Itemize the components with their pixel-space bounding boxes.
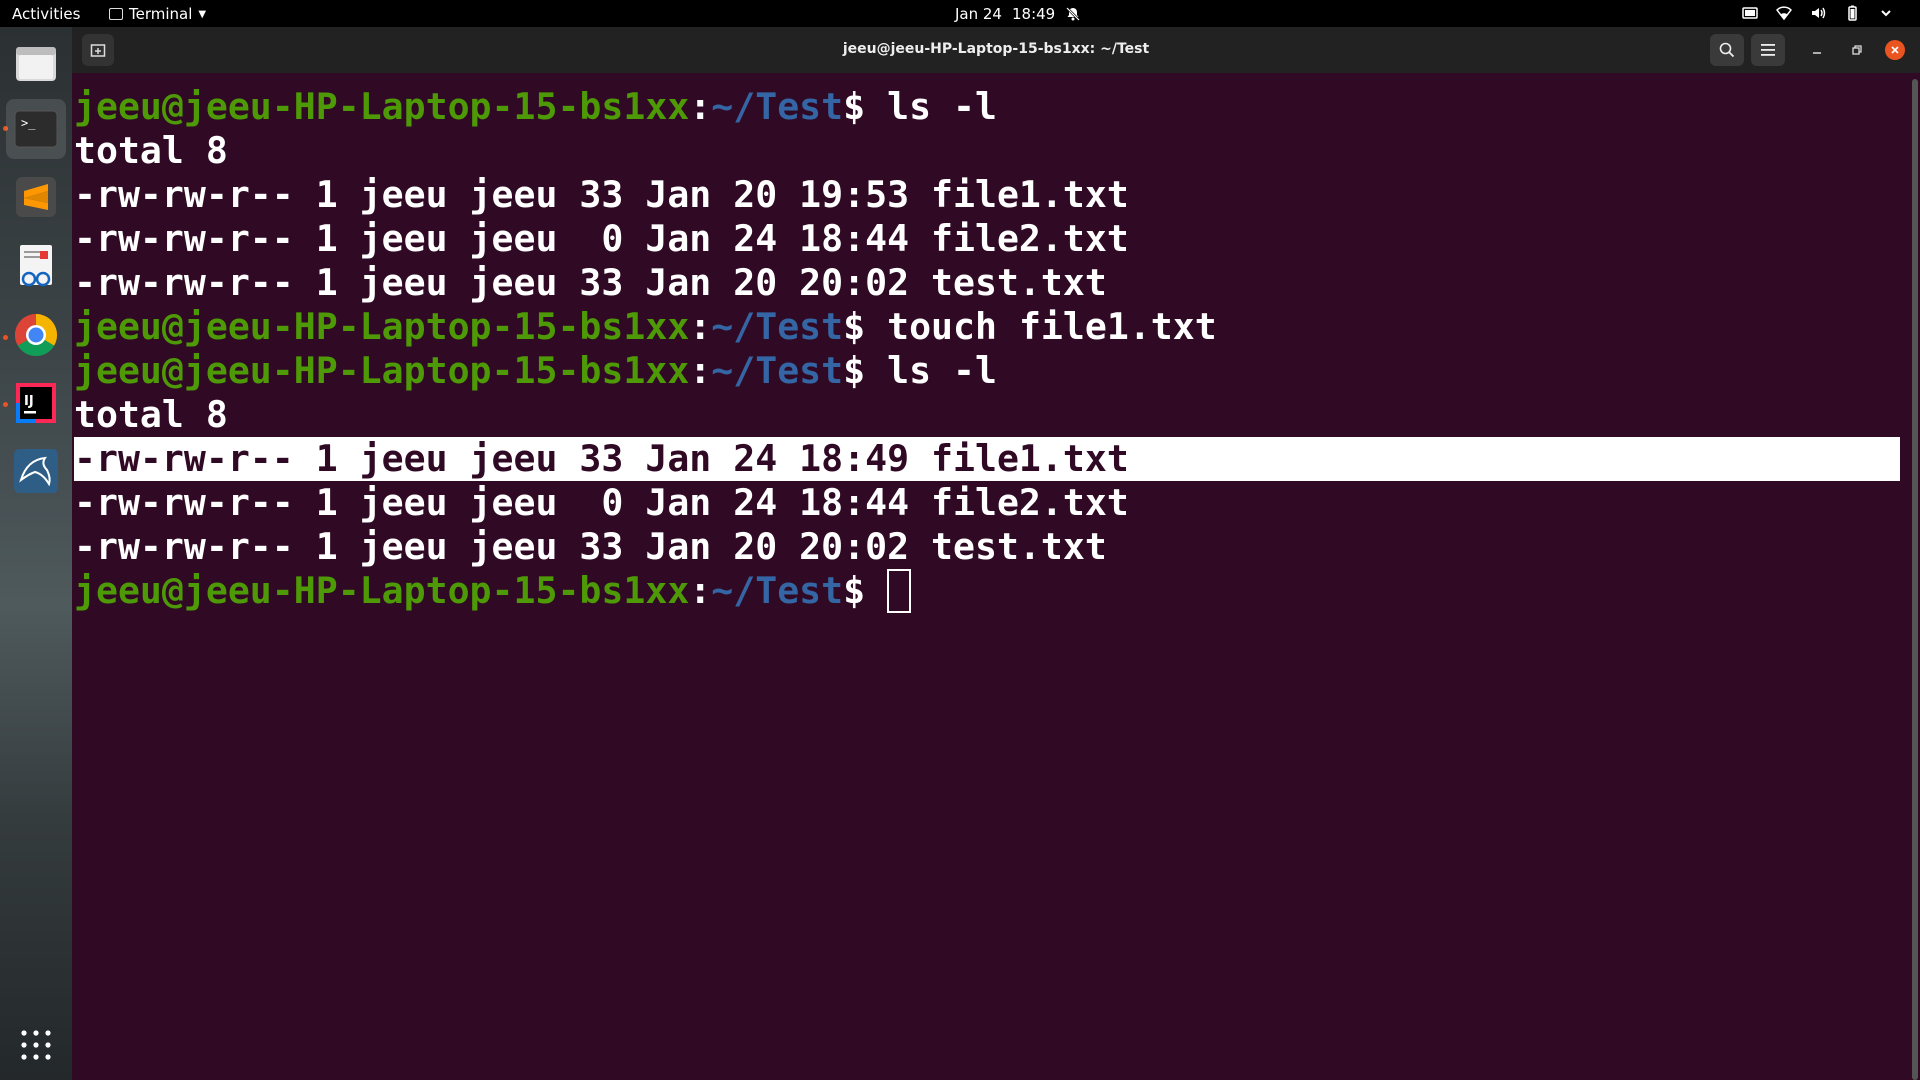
wifi-icon xyxy=(1776,6,1792,21)
command-text: ls -l xyxy=(865,85,997,128)
prompt-user: jeeu@jeeu-HP-Laptop-15-bs1xx xyxy=(74,349,690,392)
app-menu[interactable]: Terminal ▼ xyxy=(109,5,206,23)
dock-document-viewer[interactable] xyxy=(12,242,60,290)
prompt-dollar: $ xyxy=(843,569,866,612)
prompt-separator: : xyxy=(689,305,712,348)
output-line: -rw-rw-r-- 1 jeeu jeeu 0 Jan 24 18:44 fi… xyxy=(74,481,1129,524)
running-indicator xyxy=(3,335,8,340)
folder-icon xyxy=(16,47,56,81)
power-menu-icon xyxy=(1881,10,1891,17)
scrollbar[interactable] xyxy=(1912,79,1918,1080)
activities-button[interactable]: Activities xyxy=(12,5,80,23)
prompt-dollar: $ xyxy=(843,349,866,392)
prompt-separator: : xyxy=(689,349,712,392)
prompt-user: jeeu@jeeu-HP-Laptop-15-bs1xx xyxy=(74,85,690,128)
system-tray[interactable] xyxy=(1742,5,1894,21)
restore-button[interactable] xyxy=(1847,40,1867,60)
terminal-small-icon xyxy=(109,8,123,20)
close-icon xyxy=(1891,46,1899,54)
prompt-line: jeeu@jeeu-HP-Laptop-15-bs1xx:~/Test$ xyxy=(74,569,1900,613)
terminal-icon: >_ xyxy=(14,110,58,148)
output-line: -rw-rw-r-- 1 jeeu jeeu 33 Jan 20 19:53 f… xyxy=(74,173,1129,216)
terminal-window: jeeu@jeeu-HP-Laptop-15-bs1xx: ~/Test jee… xyxy=(72,27,1920,1080)
dock: >_ IJ xyxy=(0,27,72,1080)
output-line: -rw-rw-r-- 1 jeeu jeeu 33 Jan 20 20:02 t… xyxy=(74,525,1107,568)
close-button[interactable] xyxy=(1885,40,1905,60)
sublime-icon xyxy=(16,177,56,217)
hamburger-menu-button[interactable] xyxy=(1751,34,1785,66)
prompt-separator: : xyxy=(689,569,712,612)
screen-share-icon xyxy=(1742,7,1758,19)
prompt-path: ~/Test xyxy=(711,305,844,348)
minimize-icon xyxy=(1813,52,1821,54)
prompt-line: jeeu@jeeu-HP-Laptop-15-bs1xx:~/Test$ tou… xyxy=(74,305,1900,349)
dock-terminal[interactable]: >_ xyxy=(6,99,66,159)
command-text: ls -l xyxy=(865,349,997,392)
prompt-user: jeeu@jeeu-HP-Laptop-15-bs1xx xyxy=(74,305,690,348)
prompt-dollar: $ xyxy=(843,85,866,128)
chrome-icon xyxy=(14,314,58,357)
svg-text:>_: >_ xyxy=(21,116,36,130)
notifications-muted-icon xyxy=(1066,7,1081,21)
command-text xyxy=(865,569,887,612)
dock-sublime-text[interactable] xyxy=(12,173,60,221)
command-text: touch file1.txt xyxy=(865,305,1217,348)
dock-mysql-workbench[interactable] xyxy=(12,447,60,495)
volume-icon xyxy=(1812,7,1826,19)
app-menu-label: Terminal xyxy=(129,5,193,23)
restore-icon xyxy=(1852,45,1862,55)
prompt-path: ~/Test xyxy=(711,569,844,612)
prompt-separator: : xyxy=(689,85,712,128)
document-viewer-icon xyxy=(20,245,52,287)
output-line: total 8 xyxy=(74,129,228,172)
clock[interactable]: Jan 24 18:49 xyxy=(955,5,1081,23)
search-button[interactable] xyxy=(1710,34,1744,66)
search-icon xyxy=(1719,42,1735,58)
caret-down-icon: ▼ xyxy=(198,8,207,20)
battery-icon xyxy=(1848,5,1857,21)
output-line: -rw-rw-r-- 1 jeeu jeeu 33 Jan 20 20:02 t… xyxy=(74,261,1107,304)
app-grid-icon xyxy=(21,1030,51,1060)
prompt-dollar: $ xyxy=(843,305,866,348)
dock-files[interactable] xyxy=(12,39,60,87)
dolphin-icon xyxy=(14,449,58,493)
prompt-user: jeeu@jeeu-HP-Laptop-15-bs1xx xyxy=(74,569,690,612)
clock-date: Jan 24 xyxy=(955,5,1002,23)
text-cursor xyxy=(887,569,912,613)
prompt-line: jeeu@jeeu-HP-Laptop-15-bs1xx:~/Test$ ls … xyxy=(74,85,1900,129)
running-indicator xyxy=(3,402,8,407)
prompt-path: ~/Test xyxy=(711,85,844,128)
output-line: total 8 xyxy=(74,393,228,436)
show-applications-button[interactable] xyxy=(12,1021,60,1069)
hamburger-icon xyxy=(1761,44,1775,56)
window-title: jeeu@jeeu-HP-Laptop-15-bs1xx: ~/Test xyxy=(842,41,1150,57)
clock-time: 18:49 xyxy=(1011,5,1056,23)
svg-text:IJ: IJ xyxy=(24,394,34,409)
top-bar: Activities Terminal ▼ Jan 24 18:49 xyxy=(0,0,1920,27)
minimize-button[interactable] xyxy=(1807,40,1827,60)
intellij-icon: IJ xyxy=(16,383,56,423)
output-line: -rw-rw-r-- 1 jeeu jeeu 0 Jan 24 18:44 fi… xyxy=(74,217,1129,260)
prompt-line: jeeu@jeeu-HP-Laptop-15-bs1xx:~/Test$ ls … xyxy=(74,349,1900,393)
dock-intellij[interactable]: IJ xyxy=(12,379,60,427)
terminal-output[interactable]: jeeu@jeeu-HP-Laptop-15-bs1xx:~/Test$ ls … xyxy=(72,73,1912,1080)
output-line-highlighted: -rw-rw-r-- 1 jeeu jeeu 33 Jan 24 18:49 f… xyxy=(74,437,1900,481)
dock-chrome[interactable] xyxy=(12,311,60,359)
header-bar[interactable]: jeeu@jeeu-HP-Laptop-15-bs1xx: ~/Test xyxy=(72,27,1920,73)
prompt-path: ~/Test xyxy=(711,349,844,392)
